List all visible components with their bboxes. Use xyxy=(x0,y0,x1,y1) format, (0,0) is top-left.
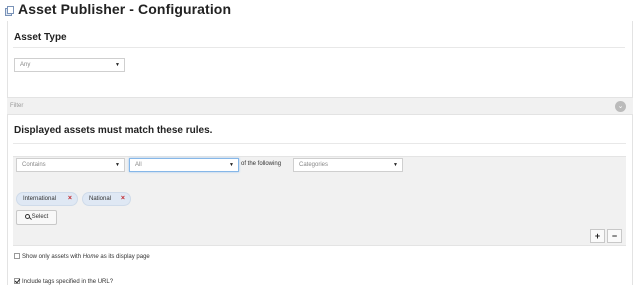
asset-type-section: Asset Type Any ▼ xyxy=(7,21,633,97)
rule-operator-select[interactable]: Contains ▼ xyxy=(16,158,125,172)
asset-type-select-value: Any xyxy=(20,62,31,68)
filter-label: Filter xyxy=(10,103,24,109)
rule-quantifier-select[interactable]: All ▼ xyxy=(129,158,239,172)
rule-field-select[interactable]: Categories ▼ xyxy=(293,158,403,172)
show-only-checkbox[interactable] xyxy=(14,253,20,259)
remove-tag-icon[interactable]: × xyxy=(121,193,125,205)
dropdown-arrow-icon: ▼ xyxy=(115,162,120,168)
divider xyxy=(13,47,625,48)
tag-chip: National × xyxy=(82,192,131,206)
chevron-down-circle-icon[interactable]: ⌄ xyxy=(615,101,626,112)
search-icon xyxy=(24,214,30,219)
rule-connector-text: of the following xyxy=(241,161,282,167)
page-title: Asset Publisher - Configuration xyxy=(18,1,232,17)
asset-publisher-icon xyxy=(5,6,14,16)
add-rule-button[interactable]: + xyxy=(590,229,605,243)
page-header: Asset Publisher - Configuration xyxy=(0,0,640,22)
include-tags-label: Include tags specified in the URL? xyxy=(22,279,114,285)
show-only-prefix: Show only assets with xyxy=(22,254,83,260)
tag-label: International xyxy=(23,196,57,202)
asset-type-heading: Asset Type xyxy=(14,32,67,43)
rules-heading: Displayed assets must match these rules. xyxy=(14,125,213,136)
divider xyxy=(13,143,626,144)
dropdown-arrow-icon: ▼ xyxy=(115,62,120,68)
include-tags-option[interactable]: Include tags specified in the URL? xyxy=(14,278,113,285)
show-only-display-page-option[interactable]: Show only assets with Home as its displa… xyxy=(14,253,150,260)
asset-type-select[interactable]: Any ▼ xyxy=(14,58,125,72)
filter-section-toggle[interactable]: Filter ⌄ xyxy=(7,97,633,115)
show-only-suffix: as its display page xyxy=(98,254,150,260)
rule-operator-value: Contains xyxy=(22,162,46,168)
rule-field-value: Categories xyxy=(299,162,329,168)
select-categories-button[interactable]: Select xyxy=(16,210,57,225)
show-only-emphasis: Home xyxy=(82,254,99,260)
select-button-label: Select xyxy=(31,214,49,220)
tag-label: National xyxy=(89,196,112,202)
remove-rule-button[interactable]: − xyxy=(607,229,622,243)
dropdown-arrow-icon: ▼ xyxy=(229,162,234,168)
remove-tag-icon[interactable]: × xyxy=(68,193,72,205)
tag-chip: International × xyxy=(16,192,78,206)
rule-quantifier-value: All xyxy=(135,162,142,168)
include-tags-checkbox[interactable] xyxy=(14,278,20,284)
dropdown-arrow-icon: ▼ xyxy=(393,162,398,168)
